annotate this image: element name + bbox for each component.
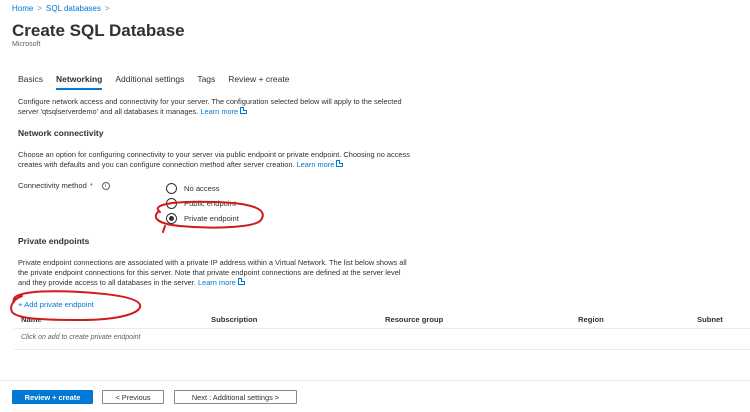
external-link-icon bbox=[240, 107, 248, 114]
column-region: Region bbox=[578, 315, 604, 324]
network-connectivity-heading: Network connectivity bbox=[18, 128, 104, 138]
tab-review-create[interactable]: Review + create bbox=[228, 74, 289, 90]
network-description: Choose an option for configuring connect… bbox=[18, 150, 410, 170]
connectivity-method-label: Connectivity method * i bbox=[18, 181, 110, 190]
column-subnet: Subnet bbox=[697, 315, 723, 324]
intro-line-2: server 'qtsqlserverdemo' and all databas… bbox=[18, 107, 402, 117]
intro-line-2-text: server 'qtsqlserverdemo' and all databas… bbox=[18, 107, 199, 116]
private-endpoints-learn-more-text: Learn more bbox=[197, 278, 236, 287]
info-icon[interactable]: i bbox=[101, 181, 110, 190]
radio-public-endpoint[interactable]: Public endpoint bbox=[166, 196, 239, 211]
radio-selected-icon bbox=[166, 213, 177, 224]
required-mark: * bbox=[89, 181, 93, 190]
table-divider bbox=[14, 349, 750, 350]
radio-label: No access bbox=[184, 184, 220, 193]
previous-button[interactable]: < Previous bbox=[102, 390, 164, 404]
breadcrumb-separator: > bbox=[37, 4, 43, 13]
private-endpoints-line-3-text: and they provide access to all databases… bbox=[18, 278, 196, 287]
breadcrumb-separator: > bbox=[104, 4, 110, 13]
intro-text: Configure network access and connectivit… bbox=[18, 97, 402, 117]
external-link-icon bbox=[336, 160, 344, 167]
intro-learn-more-text: Learn more bbox=[200, 107, 239, 116]
radio-circle-icon bbox=[166, 183, 177, 194]
radio-no-access[interactable]: No access bbox=[166, 181, 239, 196]
page-title: Create SQL Database bbox=[12, 21, 185, 40]
private-endpoints-line-3: and they provide access to all databases… bbox=[18, 278, 407, 288]
private-endpoints-line-2: the private endpoint connections for thi… bbox=[18, 268, 401, 277]
radio-label: Private endpoint bbox=[184, 214, 239, 223]
network-line-2-text: creates with defaults and you can config… bbox=[18, 160, 295, 169]
network-line-2: creates with defaults and you can config… bbox=[18, 160, 410, 170]
private-endpoints-learn-more-link[interactable]: Learn more bbox=[198, 278, 245, 287]
private-endpoints-heading: Private endpoints bbox=[18, 236, 90, 246]
annotation-overlay bbox=[10, 200, 264, 322]
tab-tags[interactable]: Tags bbox=[197, 74, 215, 90]
review-create-button[interactable]: Review + create bbox=[12, 390, 93, 404]
table-divider bbox=[14, 328, 750, 329]
add-private-endpoint-button[interactable]: + Add private endpoint bbox=[18, 300, 94, 309]
column-resource-group: Resource group bbox=[385, 315, 444, 324]
intro-line-1: Configure network access and connectivit… bbox=[18, 97, 402, 106]
table-empty-row: Click on add to create private endpoint bbox=[21, 334, 141, 341]
tab-additional-settings[interactable]: Additional settings bbox=[115, 74, 184, 90]
breadcrumb: Home > SQL databases > bbox=[12, 4, 110, 13]
private-endpoints-line-1: Private endpoint connections are associa… bbox=[18, 258, 407, 267]
column-name: Name bbox=[21, 315, 42, 324]
tab-bar: Basics Networking Additional settings Ta… bbox=[18, 74, 289, 90]
intro-learn-more-link[interactable]: Learn more bbox=[200, 107, 248, 116]
connectivity-method-text: Connectivity method bbox=[18, 181, 87, 190]
column-subscription: Subscription bbox=[211, 315, 258, 324]
page-subtitle: Microsoft bbox=[12, 41, 41, 48]
radio-label: Public endpoint bbox=[184, 199, 236, 208]
next-button[interactable]: Next : Additional settings > bbox=[174, 390, 297, 404]
network-learn-more-text: Learn more bbox=[296, 160, 335, 169]
network-line-1: Choose an option for configuring connect… bbox=[18, 150, 410, 159]
connectivity-radio-group: No access Public endpoint Private endpoi… bbox=[166, 181, 239, 226]
radio-circle-icon bbox=[166, 198, 177, 209]
radio-private-endpoint[interactable]: Private endpoint bbox=[166, 211, 239, 226]
external-link-icon bbox=[237, 278, 245, 285]
private-endpoints-description: Private endpoint connections are associa… bbox=[18, 258, 407, 288]
tab-basics[interactable]: Basics bbox=[18, 74, 43, 90]
footer-divider bbox=[0, 380, 750, 381]
network-learn-more-link[interactable]: Learn more bbox=[297, 160, 344, 169]
tab-networking[interactable]: Networking bbox=[56, 74, 103, 90]
endpoints-table-header: Name Subscription Resource group Region … bbox=[0, 315, 750, 327]
breadcrumb-home[interactable]: Home bbox=[12, 4, 33, 13]
breadcrumb-sql-databases[interactable]: SQL databases bbox=[46, 4, 101, 13]
